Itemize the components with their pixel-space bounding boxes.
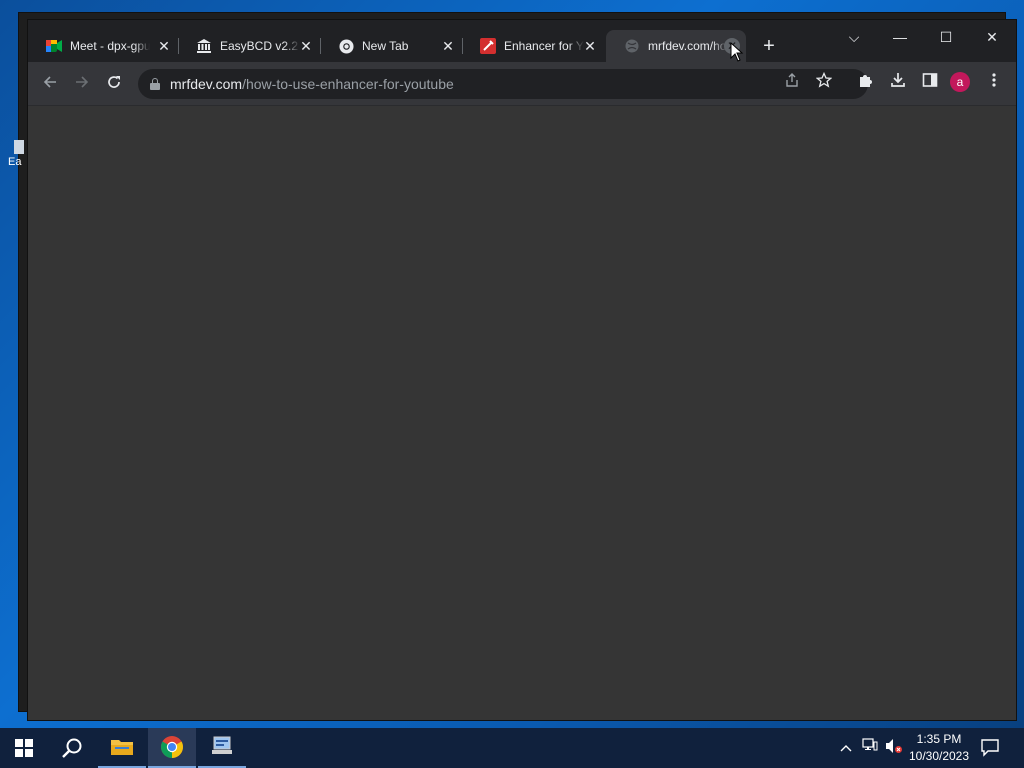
search-button[interactable]	[48, 728, 96, 768]
google-meet-icon	[46, 38, 62, 54]
tab-title: Meet - dpx-gpu	[70, 39, 150, 53]
lock-icon[interactable]	[150, 78, 160, 90]
back-arrow-icon	[43, 76, 56, 88]
browser-window: Meet - dpx-gpu ✕ EasyBCD v2.2 - ✕ New Ta…	[28, 20, 1016, 720]
back-button[interactable]	[38, 72, 62, 96]
taskbar-file-explorer[interactable]	[98, 728, 146, 768]
notification-icon	[981, 739, 999, 757]
start-button[interactable]	[0, 728, 48, 768]
close-tab-icon[interactable]: ✕	[298, 38, 314, 54]
chrome-logo-icon	[161, 736, 183, 758]
browser-toolbar: mrfdev.com/how-to-use-enhancer-for-youtu…	[28, 62, 1016, 106]
close-window-button[interactable]: ✕	[980, 26, 1004, 48]
folder-icon	[111, 740, 133, 755]
volume-muted-icon[interactable]	[884, 738, 904, 758]
globe-icon	[624, 38, 640, 54]
computer-setup-icon	[212, 736, 232, 754]
tab-title: mrfdev.com/how	[648, 39, 728, 53]
extensions-puzzle-icon[interactable]	[854, 72, 878, 96]
tab-mrfdev[interactable]: mrfdev.com/how ✕	[606, 30, 746, 62]
url-text: mrfdev.com/how-to-use-enhancer-for-youtu…	[170, 76, 454, 92]
bank-icon	[196, 38, 212, 54]
minimize-button[interactable]: —	[888, 26, 912, 48]
tab-easybcd[interactable]: EasyBCD v2.2 - ✕	[178, 30, 320, 62]
address-bar[interactable]: mrfdev.com/how-to-use-enhancer-for-youtu…	[138, 69, 868, 99]
desktop-shortcut-label: Ea	[8, 156, 22, 168]
bookmark-star-icon[interactable]	[812, 71, 836, 96]
chevron-up-icon[interactable]	[836, 738, 856, 758]
url-host: mrfdev.com	[170, 76, 243, 92]
chrome-icon	[338, 38, 354, 54]
tab-strip: Meet - dpx-gpu ✕ EasyBCD v2.2 - ✕ New Ta…	[28, 20, 1016, 62]
reload-button[interactable]	[102, 72, 126, 96]
side-panel-icon[interactable]	[918, 72, 942, 96]
close-tab-icon[interactable]: ✕	[440, 38, 456, 54]
clock-time: 1:35 PM	[916, 732, 962, 746]
system-clock[interactable]: 1:35 PM 10/30/2023	[902, 731, 976, 765]
tab-title: New Tab	[362, 39, 409, 53]
enhancer-icon	[480, 38, 496, 54]
taskbar-app[interactable]	[198, 728, 246, 768]
file-icon	[14, 140, 24, 154]
close-tab-icon[interactable]: ✕	[156, 38, 172, 54]
profile-avatar[interactable]: a	[950, 72, 970, 92]
search-icon	[62, 738, 82, 758]
maximize-button[interactable]: ☐	[934, 26, 958, 48]
kebab-menu-icon[interactable]	[982, 72, 1006, 96]
action-center-button[interactable]	[980, 737, 1002, 759]
url-path: /how-to-use-enhancer-for-youtube	[242, 76, 454, 92]
reload-icon	[108, 76, 120, 88]
tab-search-icon[interactable]: ⌵	[842, 26, 866, 48]
mouse-cursor-icon	[730, 42, 744, 62]
new-tab-button[interactable]: +	[758, 36, 780, 58]
network-icon[interactable]	[860, 738, 880, 758]
forward-button[interactable]	[70, 72, 94, 96]
clock-date: 10/30/2023	[908, 749, 970, 763]
download-icon[interactable]	[886, 72, 910, 96]
forward-arrow-icon	[76, 76, 89, 88]
windows-logo-icon	[15, 739, 33, 757]
tab-enhancer[interactable]: Enhancer for YouTube ✕	[462, 30, 604, 62]
tab-new-tab[interactable]: New Tab ✕	[320, 30, 462, 62]
tab-title: Enhancer for YouTube	[504, 39, 584, 53]
tab-title: EasyBCD v2.2 -	[220, 39, 300, 53]
page-content[interactable]	[28, 106, 1016, 720]
share-icon[interactable]	[780, 72, 804, 96]
taskbar: 1:35 PM 10/30/2023	[0, 728, 1024, 768]
taskbar-chrome[interactable]	[148, 728, 196, 768]
close-tab-icon[interactable]: ✕	[582, 38, 598, 54]
desktop-shortcut[interactable]: Ea	[4, 140, 24, 172]
tab-meet[interactable]: Meet - dpx-gpu ✕	[28, 30, 178, 62]
